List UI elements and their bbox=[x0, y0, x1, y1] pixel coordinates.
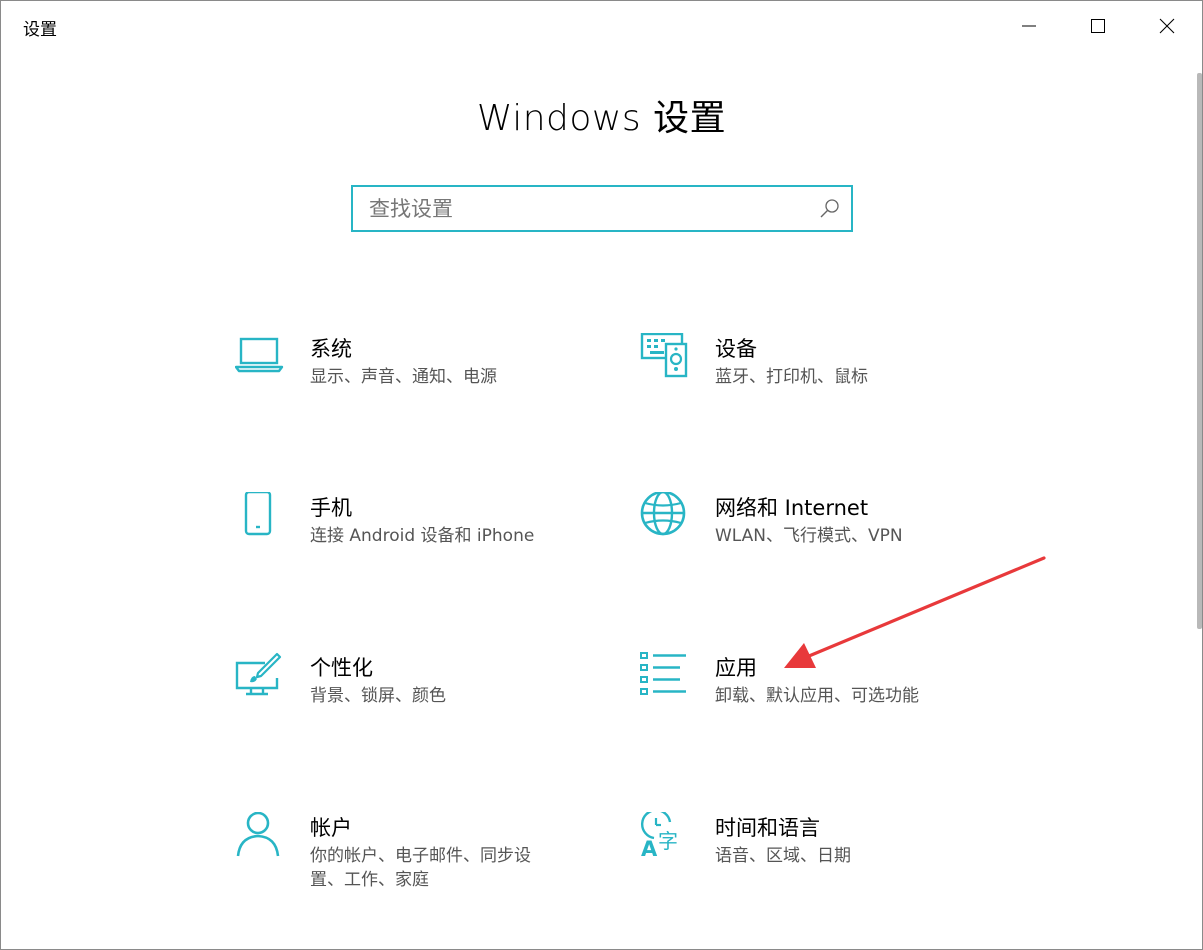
tile-description: 你的帐户、电子邮件、同步设置、工作、家庭 bbox=[310, 846, 531, 890]
tile-description: WLAN、飞行模式、VPN bbox=[715, 526, 903, 546]
phone-icon bbox=[244, 492, 272, 536]
vertical-scrollbar[interactable] bbox=[1197, 73, 1202, 629]
tile-apps[interactable]: 应用 卸载、默认应用、可选功能 bbox=[640, 652, 1040, 762]
close-button[interactable] bbox=[1133, 5, 1201, 47]
devices-icon bbox=[640, 333, 688, 378]
tile-network[interactable]: 网络和 Internet WLAN、飞行模式、VPN bbox=[640, 492, 1040, 602]
tile-title: 手机 bbox=[310, 496, 352, 520]
time-language-icon: A 字 bbox=[641, 812, 678, 861]
globe-icon bbox=[640, 492, 686, 536]
maximize-button[interactable] bbox=[1064, 5, 1132, 47]
minimize-button[interactable] bbox=[995, 5, 1063, 47]
tile-devices[interactable]: 设备 蓝牙、打印机、鼠标 bbox=[640, 333, 1040, 443]
person-icon bbox=[236, 812, 280, 857]
settings-window: 设置 Windows 设置 系统 显示、声音、通知、电源 bbox=[0, 0, 1203, 950]
close-icon bbox=[1159, 18, 1175, 34]
tile-title: 帐户 bbox=[310, 816, 352, 840]
tile-title: 网络和 Internet bbox=[715, 496, 869, 520]
minimize-icon bbox=[1022, 25, 1036, 27]
tile-phone[interactable]: 手机 连接 Android 设备和 iPhone bbox=[235, 492, 635, 602]
tile-time-language[interactable]: A 字 时间和语言 语音、区域、日期 bbox=[640, 812, 1040, 922]
tile-description: 连接 Android 设备和 iPhone bbox=[310, 526, 535, 546]
tile-title: 应用 bbox=[715, 656, 757, 680]
laptop-icon bbox=[235, 337, 284, 373]
personalization-icon bbox=[235, 652, 282, 696]
tile-title: 时间和语言 bbox=[715, 816, 820, 840]
page-title: Windows 设置 bbox=[476, 98, 727, 139]
svg-text:A: A bbox=[641, 837, 658, 861]
search-icon[interactable] bbox=[819, 198, 841, 220]
maximize-icon bbox=[1091, 19, 1105, 33]
tile-personalization[interactable]: 个性化 背景、锁屏、颜色 bbox=[235, 652, 635, 762]
tile-description: 蓝牙、打印机、鼠标 bbox=[715, 367, 868, 387]
title-bar[interactable]: 设置 bbox=[1, 1, 1202, 51]
tile-title: 系统 bbox=[310, 337, 352, 361]
tile-accounts[interactable]: 帐户 你的帐户、电子邮件、同步设置、工作、家庭 bbox=[235, 812, 635, 922]
tile-title: 设备 bbox=[715, 337, 757, 361]
svg-text:字: 字 bbox=[658, 829, 678, 853]
apps-list-icon bbox=[640, 652, 686, 695]
tile-description: 语音、区域、日期 bbox=[715, 846, 851, 866]
window-title: 设置 bbox=[23, 20, 57, 40]
search-input[interactable] bbox=[353, 187, 829, 230]
annotation-arrow bbox=[784, 556, 1046, 668]
tile-description: 背景、锁屏、颜色 bbox=[310, 686, 446, 706]
tile-description: 卸载、默认应用、可选功能 bbox=[715, 686, 919, 706]
search-box[interactable] bbox=[351, 185, 853, 232]
tile-title: 个性化 bbox=[310, 656, 373, 680]
tile-system[interactable]: 系统 显示、声音、通知、电源 bbox=[235, 333, 635, 443]
tile-description: 显示、声音、通知、电源 bbox=[310, 367, 497, 387]
